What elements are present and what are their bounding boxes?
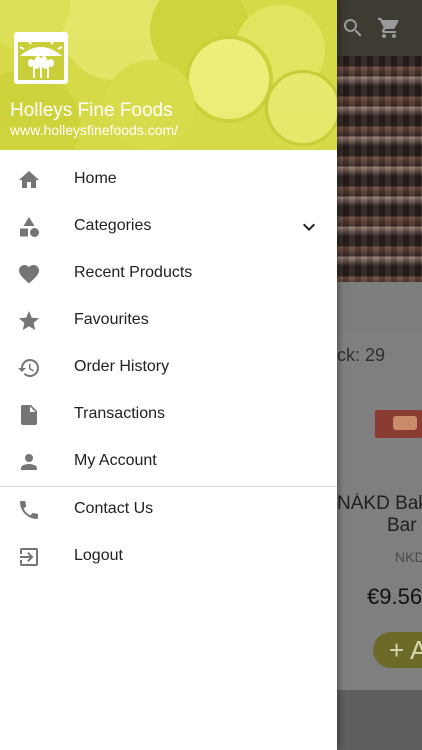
menu-item-label: Recent Products — [74, 264, 193, 281]
product-price: €9.56 — [367, 584, 422, 609]
menu-item-label: My Account — [74, 452, 157, 469]
menu-item-label: Contact Us — [74, 500, 154, 517]
add-to-cart-button[interactable]: + A — [373, 632, 422, 668]
menu-item-label: Favourites — [74, 311, 149, 328]
brand-name: Holleys Fine Foods — [10, 100, 173, 121]
menu-item-my-account[interactable]: My Account — [0, 439, 337, 486]
product-brand: NKD — [395, 549, 422, 565]
search-icon[interactable] — [341, 16, 365, 40]
promo-banner — [337, 56, 422, 282]
menu-item-categories[interactable]: Categories — [0, 204, 337, 251]
menu-item-label: Home — [74, 170, 117, 187]
menu-item-label: Categories — [74, 217, 152, 234]
phone-icon — [20, 501, 38, 519]
menu-item-contact-us[interactable]: Contact Us — [0, 487, 337, 534]
menu-item-label: Order History — [74, 358, 170, 375]
star-icon — [19, 311, 39, 330]
product-title: NÁKD Bak Bar — [337, 493, 422, 537]
category-shapes-icon — [20, 217, 39, 237]
menu-item-recent-products[interactable]: Recent Products — [0, 251, 337, 298]
menu-item-transactions[interactable]: Transactions — [0, 392, 337, 439]
home-icon — [19, 171, 39, 188]
bottom-area — [337, 690, 422, 750]
product-title-line-1: NÁKD Bak — [337, 493, 422, 514]
cart-icon[interactable] — [377, 16, 401, 40]
document-icon — [21, 405, 37, 425]
navigation-drawer: Holleys Fine Foods www.holleysfinefoods.… — [0, 0, 337, 750]
menu-item-order-history[interactable]: Order History — [0, 345, 337, 392]
menu-item-favourites[interactable]: Favourites — [0, 298, 337, 345]
drawer-header: Holleys Fine Foods www.holleysfinefoods.… — [0, 0, 337, 150]
chevron-down-icon[interactable] — [297, 215, 321, 239]
product-image — [375, 410, 422, 438]
menu-item-home[interactable]: Home — [0, 157, 337, 204]
brand-url[interactable]: www.holleysfinefoods.com/ — [10, 122, 178, 138]
brand-logo-icon — [14, 32, 68, 84]
menu-item-label: Transactions — [74, 405, 165, 422]
history-icon — [18, 358, 40, 377]
heart-icon — [19, 265, 39, 284]
menu-item-label: Logout — [74, 547, 123, 564]
stock-text: ck: 29 — [337, 345, 386, 365]
product-title-line-2: Bar — [387, 515, 417, 536]
menu-item-logout[interactable]: Logout — [0, 534, 337, 581]
person-icon — [21, 454, 37, 470]
logout-icon — [20, 548, 38, 566]
drawer-menu: Home Categories Recent Products Favourit… — [0, 157, 337, 581]
